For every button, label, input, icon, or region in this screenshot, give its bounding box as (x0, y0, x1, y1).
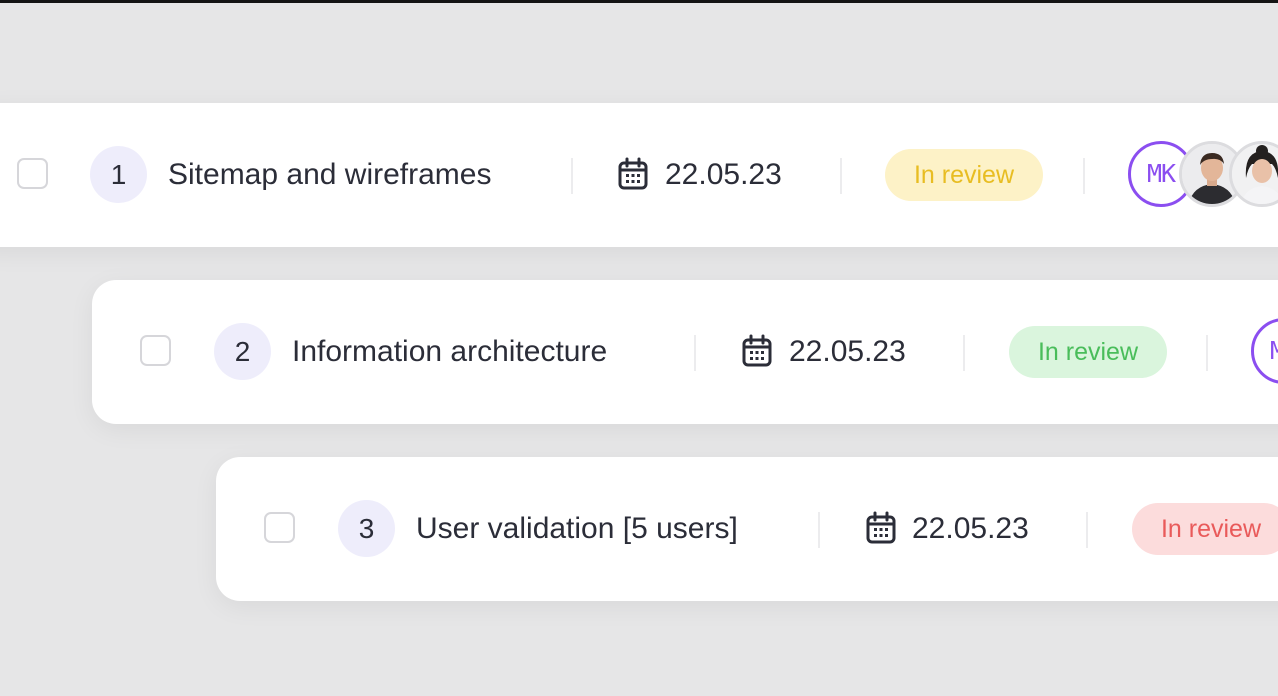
task-checkbox[interactable] (17, 158, 48, 189)
task-number-badge: 2 (214, 323, 271, 380)
task-date[interactable]: 22.05.23 (912, 509, 1029, 549)
calendar-icon (618, 157, 648, 190)
task-title[interactable]: Sitemap and wireframes (168, 155, 491, 195)
task-title[interactable]: User validation [5 users] (416, 509, 738, 549)
calendar-icon (866, 511, 896, 544)
column-divider (1206, 335, 1208, 371)
task-row-2[interactable]: 2 Information architecture 22.05.23 In r… (92, 280, 1278, 424)
top-edge-bar (0, 0, 1278, 3)
task-date[interactable]: 22.05.23 (789, 332, 906, 372)
calendar-icon (742, 334, 772, 367)
task-title[interactable]: Information architecture (292, 332, 607, 372)
column-divider (963, 335, 965, 371)
user-photo (1232, 144, 1278, 204)
status-badge[interactable]: In review (885, 149, 1043, 201)
task-row-1[interactable]: 1 Sitemap and wireframes 22.05.23 In rev… (0, 103, 1278, 247)
status-badge[interactable]: In review (1132, 503, 1278, 555)
task-row-3[interactable]: 3 User validation [5 users] 22.05.23 In … (216, 457, 1278, 601)
column-divider (694, 335, 696, 371)
column-divider (1086, 512, 1088, 548)
task-checkbox[interactable] (140, 335, 171, 366)
column-divider (840, 158, 842, 194)
column-divider (818, 512, 820, 548)
column-divider (1083, 158, 1085, 194)
task-checkbox[interactable] (264, 512, 295, 543)
task-date[interactable]: 22.05.23 (665, 155, 782, 195)
avatar-initials[interactable]: MK (1251, 318, 1278, 384)
column-divider (571, 158, 573, 194)
task-number-badge: 1 (90, 146, 147, 203)
task-number-badge: 3 (338, 500, 395, 557)
status-badge[interactable]: In review (1009, 326, 1167, 378)
